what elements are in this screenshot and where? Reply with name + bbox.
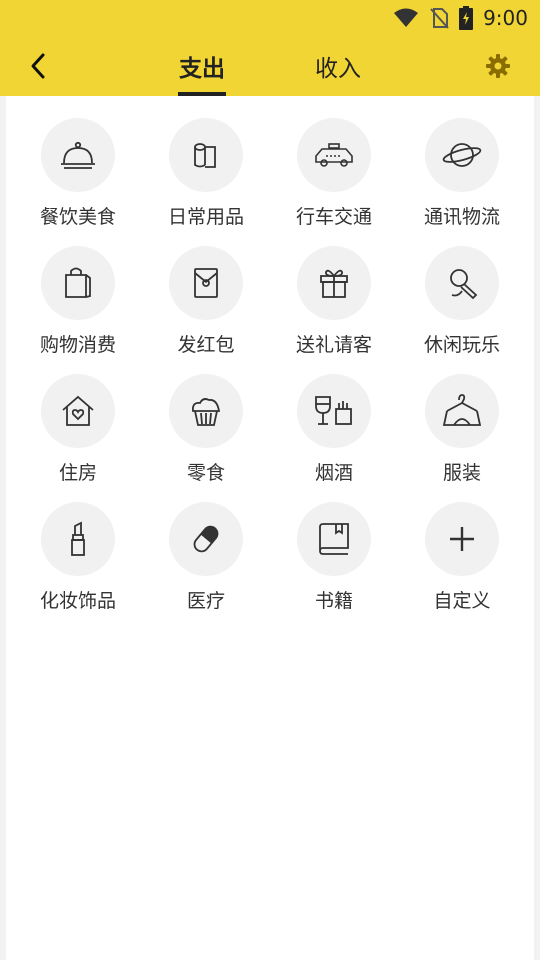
status-icons: 9:00 [393,0,528,36]
category-tobacco-alcohol[interactable]: 烟酒 [270,374,398,502]
status-bar: 9:00 [0,0,540,36]
wifi-icon [393,8,419,28]
category-label: 服装 [442,462,481,484]
category-cosmetics[interactable]: 化妆饰品 [14,502,142,630]
category-transport[interactable]: 行车交通 [270,118,398,246]
microphone-icon [425,246,499,320]
gear-icon [484,52,512,80]
tab-income[interactable]: 收入 [288,36,388,96]
category-clothing[interactable]: 服装 [398,374,526,502]
category-leisure[interactable]: 休闲玩乐 [398,246,526,374]
no-sim-icon [429,7,449,29]
category-label: 化妆饰品 [39,590,116,612]
pill-icon [169,502,243,576]
book-icon [297,502,371,576]
category-custom[interactable]: 自定义 [398,502,526,630]
category-food[interactable]: 餐饮美食 [14,118,142,246]
category-label: 送礼请客 [295,334,372,356]
category-red-envelope[interactable]: 发红包 [142,246,270,374]
food-cloche-icon [41,118,115,192]
chevron-left-icon [28,52,48,80]
plus-icon [425,502,499,576]
house-heart-icon [41,374,115,448]
category-label: 住房 [58,462,97,484]
taxi-icon [297,118,371,192]
category-grid: 餐饮美食 日常用品 行车交通 通讯物流 购物消费 发红包 送礼请客 休闲玩乐 住… [6,118,534,630]
wine-cigarette-icon [297,374,371,448]
battery-charging-icon [459,6,474,30]
category-label: 烟酒 [314,462,353,484]
tab-income-label: 收入 [315,56,361,82]
category-panel: 餐饮美食 日常用品 行车交通 通讯物流 购物消费 发红包 送礼请客 休闲玩乐 住… [6,96,534,960]
category-label: 书籍 [314,590,353,612]
category-label: 零食 [186,462,225,484]
category-label: 休闲玩乐 [423,334,500,356]
tissue-roll-icon [169,118,243,192]
category-daily[interactable]: 日常用品 [142,118,270,246]
category-label: 自定义 [433,590,491,612]
category-label: 发红包 [177,334,235,356]
category-label: 购物消费 [39,334,116,356]
tab-expense[interactable]: 支出 [152,36,252,96]
status-time: 9:00 [483,6,528,30]
category-label: 餐饮美食 [39,206,116,228]
lipstick-icon [41,502,115,576]
shopping-bag-icon [41,246,115,320]
category-communication[interactable]: 通讯物流 [398,118,526,246]
category-snack[interactable]: 零食 [142,374,270,502]
category-medical[interactable]: 医疗 [142,502,270,630]
back-button[interactable] [18,46,58,86]
category-housing[interactable]: 住房 [14,374,142,502]
category-label: 医疗 [186,590,225,612]
category-books[interactable]: 书籍 [270,502,398,630]
settings-button[interactable] [484,52,512,80]
red-envelope-icon [169,246,243,320]
category-shopping[interactable]: 购物消费 [14,246,142,374]
category-label: 行车交通 [295,206,372,228]
category-gift[interactable]: 送礼请客 [270,246,398,374]
clothes-hanger-icon [425,374,499,448]
gift-icon [297,246,371,320]
category-label: 日常用品 [167,206,244,228]
cupcake-icon [169,374,243,448]
category-label: 通讯物流 [423,206,500,228]
app-bar: 支出 收入 [0,36,540,96]
planet-icon [425,118,499,192]
tab-expense-label: 支出 [179,56,225,82]
